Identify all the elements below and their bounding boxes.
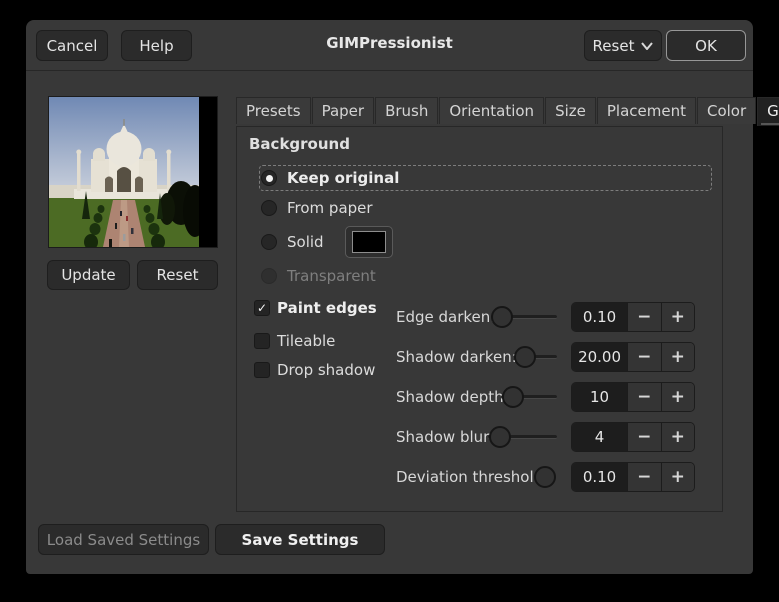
preview-frame [48,96,218,248]
plus-icon: + [670,387,685,407]
plus-icon: + [670,427,685,447]
radio-button-icon [261,268,277,284]
preview-reset-button[interactable]: Reset [137,260,218,290]
tab-orientation[interactable]: Orientation [439,97,545,124]
spin-value[interactable]: 0.10 [572,463,628,491]
spin-value[interactable]: 10 [572,383,628,411]
slider-row-shadow-blur: Shadow blur: 4 − + [237,422,724,452]
spin-increment-button[interactable]: + [660,303,694,331]
tab-color[interactable]: Color [696,97,757,124]
plus-icon: + [670,347,685,367]
preview-reset-button-label: Reset [156,266,199,284]
slider-knob[interactable] [491,306,513,328]
slider-row-shadow-depth: Shadow depth: 10 − + [237,382,724,412]
ok-button[interactable]: OK [666,30,746,61]
minus-icon: − [637,387,652,407]
spin-decrement-button[interactable]: − [627,423,661,451]
ok-button-label: OK [695,36,717,55]
update-button-label: Update [61,266,116,284]
reset-button-label: Reset [592,36,635,55]
slider-row-shadow-darken: Shadow darken: 20.00 − + [237,342,724,372]
spin-decrement-button[interactable]: − [627,463,661,491]
spin-value[interactable]: 20.00 [572,343,628,371]
tab-label: Size [555,102,586,120]
radio-solid[interactable]: Solid [237,226,717,258]
radio-button-icon[interactable] [261,170,277,186]
spin-decrement-button[interactable]: − [627,303,661,331]
spin-value[interactable]: 0.10 [572,303,628,331]
tab-label: Brush [385,102,429,120]
tab-general[interactable]: General [757,97,779,126]
tab-label: Presets [246,102,301,120]
load-saved-settings-button: Load Saved Settings [38,524,209,555]
slider-label: Shadow depth: [396,388,509,406]
background-section-title: Background [249,135,350,153]
spinbutton-shadow-depth: 10 − + [571,382,695,412]
radio-label: Solid [287,233,324,251]
tab-placement[interactable]: Placement [596,97,696,124]
chevron-down-icon [641,41,654,50]
tab-label: Paper [321,102,365,120]
spinbutton-edge-darken: 0.10 − + [571,302,695,332]
spinbutton-shadow-blur: 4 − + [571,422,695,452]
slider-knob[interactable] [502,386,524,408]
plus-icon: + [670,467,685,487]
spin-increment-button[interactable]: + [660,423,694,451]
spinbutton-shadow-darken: 20.00 − + [571,342,695,372]
tab-label: Orientation [449,102,535,120]
tab-label: Placement [606,102,686,120]
tab-paper[interactable]: Paper [311,97,375,124]
save-settings-button[interactable]: Save Settings [215,524,385,555]
tab-label: General [767,102,779,120]
update-button[interactable]: Update [47,260,130,290]
spin-decrement-button[interactable]: − [627,383,661,411]
tab-size[interactable]: Size [545,97,596,124]
dialog-header: Cancel Help GIMPressionist Reset OK [26,20,753,71]
settings-notebook: Presets Paper Brush Orientation Size Pla… [236,97,779,512]
spin-decrement-button[interactable]: − [627,343,661,371]
general-tab-panel: Background Keep original From paper Soli… [236,126,723,512]
radio-button-icon[interactable] [261,200,277,216]
solid-color-picker-button[interactable] [344,226,393,258]
save-settings-label: Save Settings [241,530,359,549]
slider-label: Shadow blur: [396,428,495,446]
radio-button-icon[interactable] [261,234,277,250]
slider-knob[interactable] [534,466,556,488]
radio-transparent: Transparent [237,261,717,291]
minus-icon: − [637,427,652,447]
slider-row-deviation-threshold: Deviation threshold: 0.10 − + [237,462,724,492]
plus-icon: + [670,307,685,327]
preview-image[interactable] [49,97,207,247]
tab-label: Color [706,102,747,120]
reset-dropdown-button[interactable]: Reset [584,30,662,61]
minus-icon: − [637,307,652,327]
screen: { "window": { "title": "GIMPressionist" … [0,0,779,602]
spin-increment-button[interactable]: + [660,383,694,411]
slider-label: Shadow darken: [396,348,517,366]
minus-icon: − [637,347,652,367]
slider-label: Edge darken: [396,308,496,326]
minus-icon: − [637,467,652,487]
spin-increment-button[interactable]: + [660,463,694,491]
tab-bar: Presets Paper Brush Orientation Size Pla… [236,97,779,126]
slider-knob[interactable] [514,346,536,368]
spinbutton-deviation-threshold: 0.10 − + [571,462,695,492]
slider-knob[interactable] [489,426,511,448]
spin-value[interactable]: 4 [572,423,628,451]
radio-from-paper[interactable]: From paper [237,193,717,223]
radio-label: Keep original [287,169,400,187]
tab-brush[interactable]: Brush [375,97,439,124]
tab-presets[interactable]: Presets [236,97,311,124]
gimpressionist-dialog: Cancel Help GIMPressionist Reset OK Upda… [26,20,779,574]
load-saved-settings-label: Load Saved Settings [46,530,201,549]
color-swatch [351,231,386,253]
spin-increment-button[interactable]: + [660,343,694,371]
slider-label: Deviation threshold: [396,468,549,486]
radio-label: Transparent [287,267,376,285]
slider-row-edge-darken: Edge darken: 0.10 − + [237,302,724,332]
radio-label: From paper [287,199,373,217]
radio-keep-original[interactable]: Keep original [237,163,717,193]
